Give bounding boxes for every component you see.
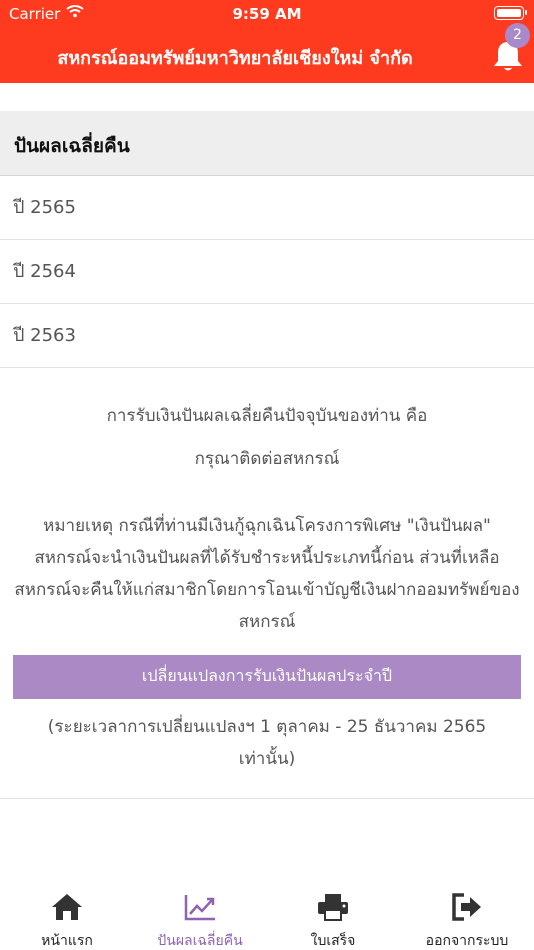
page-title: สหกรณ์ออมทรัพย์มหาวิทยาลัยเชียงใหม่ จำกั… xyxy=(57,48,413,69)
tab-logout[interactable]: ออกจากระบบ xyxy=(400,882,534,950)
sign-out-icon xyxy=(452,893,481,921)
app-header: Carrier 9:59 AM สหกรณ์ออมทรัพย์มหาวิทยาล… xyxy=(0,0,534,83)
section-header: ปันผลเฉลี่ยคืน xyxy=(0,111,534,176)
battery-icon xyxy=(494,6,527,20)
notification-badge[interactable]: 2 xyxy=(505,23,530,48)
home-icon xyxy=(52,894,82,920)
year-list: ปี 2565 ปี 2564 ปี 2563 xyxy=(0,176,534,368)
tab-dividend[interactable]: ปันผลเฉลี่ยคืน xyxy=(133,882,267,950)
contact-text: กรุณาติดต่อสหกรณ์ xyxy=(194,449,340,469)
status-time: 9:59 AM xyxy=(232,5,302,23)
divider xyxy=(0,798,534,799)
tab-receipt[interactable]: ใบเสร็จ xyxy=(266,882,400,950)
tab-label: ปันผลเฉลี่ยคืน xyxy=(157,933,243,949)
chart-line-icon xyxy=(184,895,215,921)
change-dividend-button[interactable]: เปลี่ยนแปลงการรับเงินปันผลประจำปี xyxy=(13,655,521,699)
tab-bar: หน้าแรก ปันผลเฉลี่ยคืน ใบเสร็จ ออกจากระบ… xyxy=(0,882,534,950)
year-item-2564[interactable]: ปี 2564 xyxy=(0,240,534,304)
year-item-2563[interactable]: ปี 2563 xyxy=(0,304,534,368)
year-item-2565[interactable]: ปี 2565 xyxy=(0,176,534,240)
note-text: หมายเหตุ กรณีที่ท่านมีเงินกู้ฉุกเฉินโครง… xyxy=(14,516,520,632)
current-dividend-text: การรับเงินปันผลเฉลี่ยคืนปัจจุบันของท่าน … xyxy=(106,406,428,426)
tab-label: ออกจากระบบ xyxy=(425,933,509,949)
change-period-text: (ระยะเวลาการเปลี่ยนแปลงฯ 1 ตุลาคม - 25 ธ… xyxy=(47,717,487,769)
tab-label: ใบเสร็จ xyxy=(310,933,356,949)
section-title: ปันผลเฉลี่ยคืน xyxy=(14,135,130,157)
printer-icon xyxy=(318,894,348,921)
tab-home[interactable]: หน้าแรก xyxy=(0,882,134,950)
tab-label: หน้าแรก xyxy=(41,933,93,949)
status-bar: Carrier 9:59 AM xyxy=(0,0,534,28)
